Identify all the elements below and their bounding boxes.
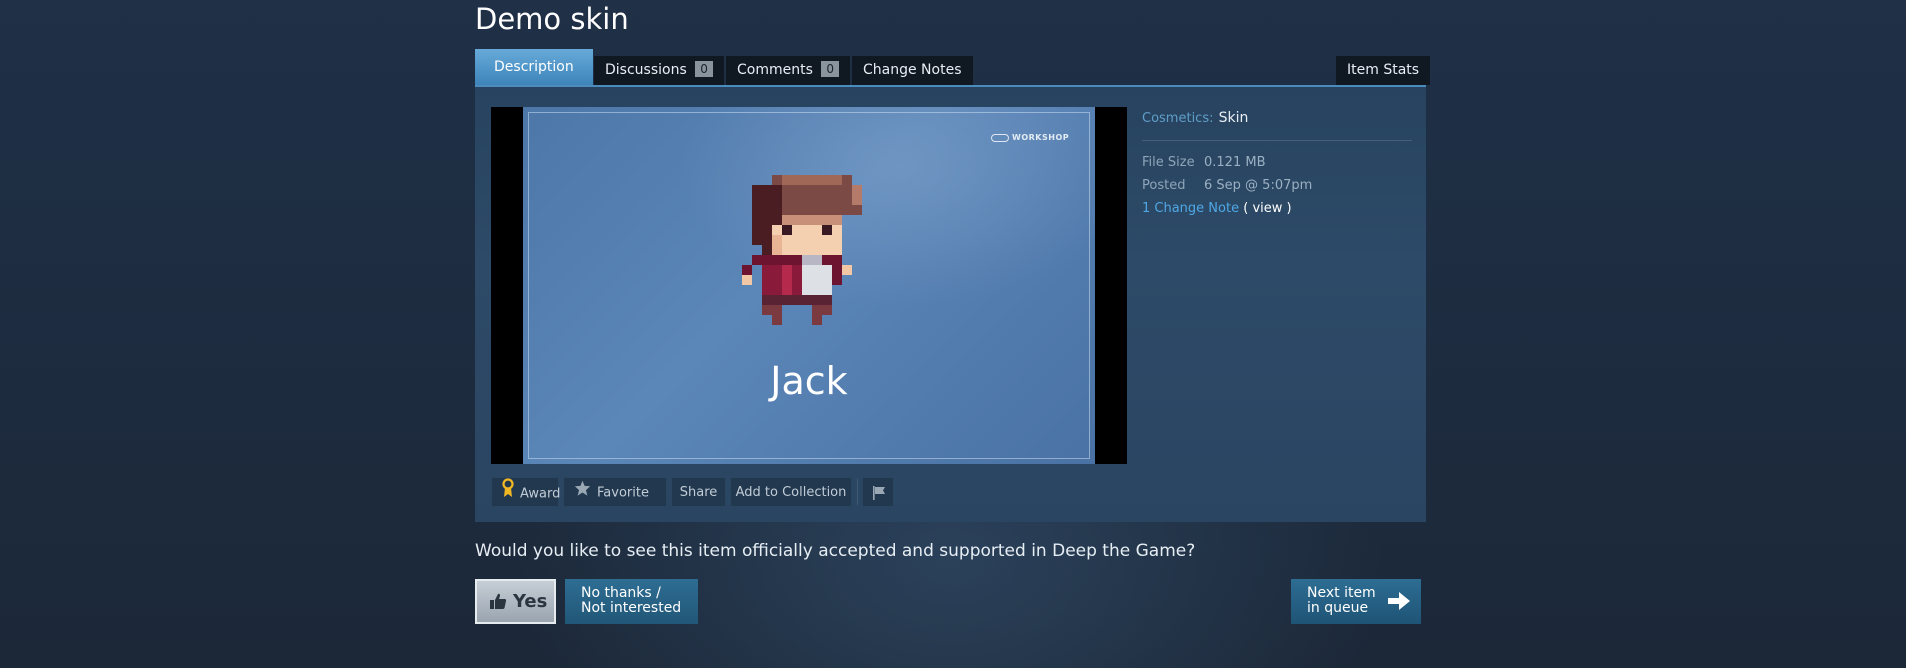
share-label: Share [679, 485, 718, 500]
workshop-item-page: Demo skin Description Discussions 0 Comm… [475, 0, 1431, 668]
preview-media[interactable]: WORKSHOP Jack [491, 107, 1127, 464]
favorite-label: Favorite [597, 485, 649, 501]
tab-comments-label: Comments [737, 62, 813, 78]
actions-divider [857, 479, 858, 505]
award-ribbon-icon [502, 478, 514, 510]
arrow-right-icon [1387, 591, 1411, 615]
posted-value: 6 Sep @ 5:07pm [1204, 178, 1313, 193]
posted-row: Posted 6 Sep @ 5:07pm [1142, 174, 1412, 197]
award-label: Award [520, 486, 561, 502]
change-note-row: 1 Change Note ( view ) [1142, 197, 1412, 220]
description-panel: WORKSHOP Jack Award Favorite Share Add t… [475, 85, 1426, 522]
award-button[interactable]: Award [491, 477, 561, 510]
vote-no-label-line1: No thanks / [581, 585, 661, 601]
flag-icon [871, 485, 887, 500]
posted-label: Posted [1142, 178, 1186, 193]
comments-count-badge: 0 [821, 61, 839, 77]
tab-description-label: Description [494, 59, 574, 75]
star-icon [574, 478, 591, 508]
tab-comments[interactable]: Comments 0 [726, 56, 850, 85]
workshop-swirl-icon [991, 133, 1009, 142]
category-row: Cosmetics: Skin [1142, 107, 1412, 126]
tab-item-stats-label: Item Stats [1347, 62, 1420, 78]
discussions-count-badge: 0 [695, 61, 713, 77]
category-value[interactable]: Skin [1219, 110, 1249, 126]
page-title: Demo skin [475, 2, 629, 36]
tab-change-notes-label: Change Notes [863, 62, 962, 78]
tab-change-notes[interactable]: Change Notes [852, 56, 973, 85]
share-button[interactable]: Share [671, 477, 726, 507]
favorite-button[interactable]: Favorite [563, 477, 667, 507]
add-to-collection-label: Add to Collection [735, 485, 847, 500]
file-size-value: 0.121 MB [1204, 155, 1266, 170]
preview-image[interactable]: WORKSHOP Jack [523, 107, 1095, 464]
file-size-row: File Size 0.121 MB [1142, 151, 1412, 174]
change-note-view-link[interactable]: ( view ) [1243, 201, 1291, 216]
report-button[interactable] [862, 477, 894, 507]
character-sprite [742, 175, 862, 325]
vote-question: Would you like to see this item official… [475, 541, 1196, 561]
item-details: Cosmetics: Skin File Size 0.121 MB Posted… [1142, 107, 1412, 220]
tab-discussions-label: Discussions [605, 62, 687, 78]
workshop-badge-text: WORKSHOP [1012, 133, 1070, 142]
thumbs-up-icon [489, 584, 507, 625]
workshop-logo: WORKSHOP [991, 133, 1069, 142]
details-divider [1142, 140, 1412, 141]
change-note-link[interactable]: 1 Change Note [1142, 201, 1239, 216]
tab-discussions[interactable]: Discussions 0 [594, 56, 724, 85]
item-tabs: Description Discussions 0 Comments 0 Cha… [475, 49, 1431, 87]
file-size-label: File Size [1142, 155, 1195, 170]
next-in-queue-button[interactable]: Next item in queue [1291, 579, 1421, 624]
add-to-collection-button[interactable]: Add to Collection [730, 477, 852, 507]
character-name: Jack [770, 359, 848, 403]
vote-no-button[interactable]: No thanks / Not interested [565, 579, 698, 624]
tab-description[interactable]: Description [475, 49, 593, 87]
category-label: Cosmetics: [1142, 111, 1214, 126]
tab-item-stats[interactable]: Item Stats [1336, 56, 1431, 85]
item-actions: Award Favorite Share Add to Collection [491, 477, 1131, 507]
vote-yes-button[interactable]: Yes [475, 579, 556, 624]
vote-yes-label: Yes [513, 591, 548, 612]
vote-no-label-line2: Not interested [581, 600, 682, 616]
